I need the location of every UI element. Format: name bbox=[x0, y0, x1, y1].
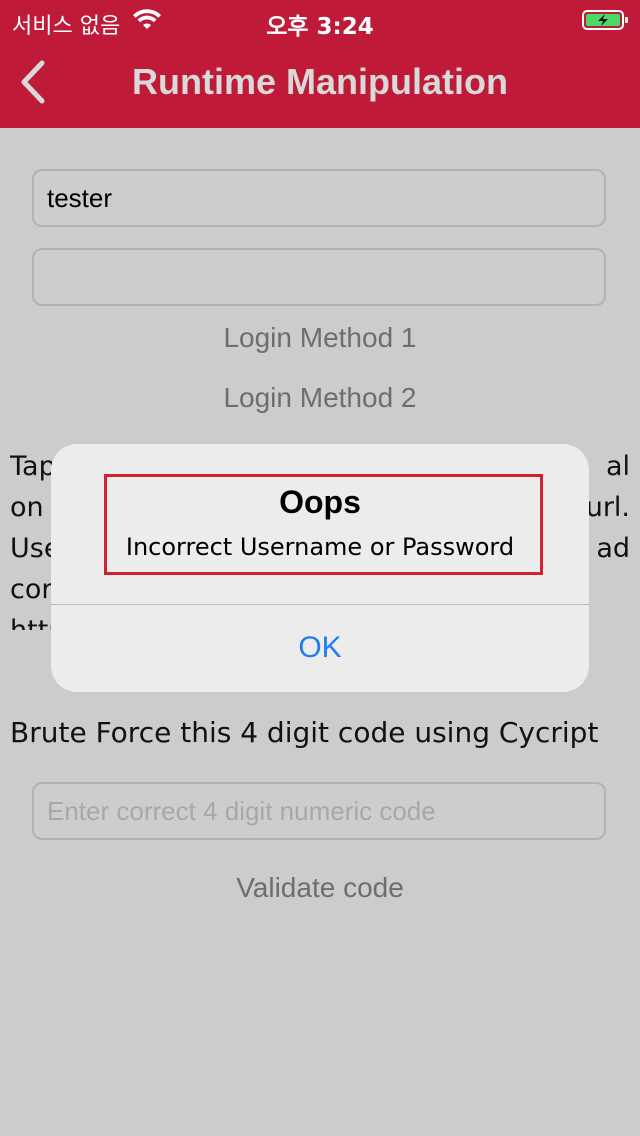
alert-title: Oops bbox=[279, 484, 361, 520]
username-field[interactable]: tester bbox=[32, 169, 606, 227]
page-title: Runtime Manipulation bbox=[132, 61, 508, 102]
navigation-bar: Runtime Manipulation bbox=[0, 40, 640, 128]
login-method-1-button[interactable]: Login Method 1 bbox=[0, 322, 640, 354]
alert-message: Incorrect Username or Password bbox=[125, 533, 515, 561]
status-time: 오후 3:24 bbox=[266, 14, 374, 40]
alert-ok-button[interactable]: OK bbox=[51, 605, 589, 692]
instructions-right-fragment: al url. ad bbox=[585, 451, 630, 564]
status-bar: 서비스 없음 오후 3:24 bbox=[0, 0, 640, 40]
alert-dialog: Oops Incorrect Username or Password OK bbox=[51, 444, 589, 692]
brute-force-label: Brute Force this 4 digit code using Cycr… bbox=[10, 716, 599, 749]
battery-charging-icon bbox=[582, 9, 630, 36]
code-input[interactable]: Enter correct 4 digit numeric code bbox=[32, 782, 606, 840]
login-method-2-button[interactable]: Login Method 2 bbox=[0, 382, 640, 414]
password-field[interactable] bbox=[32, 248, 606, 306]
validate-code-button[interactable]: Validate code bbox=[0, 872, 640, 904]
